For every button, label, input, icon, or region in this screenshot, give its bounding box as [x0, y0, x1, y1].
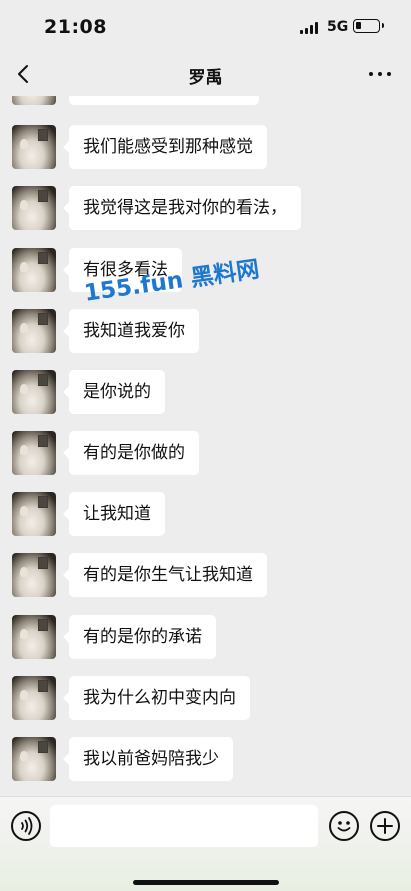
- avatar[interactable]: [12, 248, 56, 292]
- chat-area[interactable]: 我们能感受到那种感觉 我觉得这是我对你的看法， 有很多看法 我知道我爱你 是你说…: [0, 96, 411, 796]
- nav-bar: 罗禹: [0, 52, 411, 96]
- avatar[interactable]: [12, 737, 56, 781]
- message-row: 有的是你的承诺: [0, 614, 411, 662]
- message-bubble[interactable]: 我知道我爱你: [63, 309, 199, 353]
- plus-icon: [377, 818, 393, 834]
- message-bubble-partial[interactable]: [69, 96, 259, 105]
- message-bubble[interactable]: 有的是你生气让我知道: [63, 553, 267, 597]
- message-bubble[interactable]: 我为什么初中变内向: [63, 676, 250, 720]
- voice-icon: [21, 817, 33, 835]
- avatar[interactable]: [12, 125, 56, 169]
- battery-level: [356, 22, 361, 29]
- message-bubble[interactable]: 有的是你做的: [63, 431, 199, 475]
- avatar[interactable]: [12, 676, 56, 720]
- message-bubble[interactable]: 我们能感受到那种感觉: [63, 125, 267, 169]
- avatar[interactable]: [12, 615, 56, 659]
- network-type: 5G: [327, 19, 349, 35]
- message-row: 我以前爸妈陪我少: [0, 736, 411, 784]
- more-button[interactable]: [369, 64, 393, 84]
- message-row: 我们能感受到那种感觉: [0, 124, 411, 172]
- battery-icon: [353, 19, 384, 33]
- signal-icon: [300, 22, 320, 34]
- avatar[interactable]: [12, 186, 56, 230]
- emoji-icon: [337, 821, 351, 832]
- message-bubble[interactable]: 是你说的: [63, 370, 165, 414]
- message-bubble[interactable]: 让我知道: [63, 492, 165, 536]
- message-row: 是你说的: [0, 369, 411, 417]
- plus-button[interactable]: [370, 811, 400, 841]
- chat-title: 罗禹: [188, 68, 223, 88]
- emoji-button[interactable]: [329, 811, 359, 841]
- message-row: 我为什么初中变内向: [0, 675, 411, 723]
- voice-button[interactable]: [11, 811, 41, 841]
- message-row: 让我知道: [0, 491, 411, 539]
- avatar[interactable]: [12, 431, 56, 475]
- status-bar: 21:08 5G: [0, 0, 411, 52]
- avatar[interactable]: [12, 492, 56, 536]
- avatar[interactable]: [12, 309, 56, 353]
- home-indicator: [133, 880, 279, 885]
- message-row: [0, 96, 411, 108]
- message-row: 有的是你生气让我知道: [0, 552, 411, 600]
- input-bar: [0, 796, 411, 891]
- message-row: 我觉得这是我对你的看法，: [0, 185, 411, 233]
- avatar[interactable]: [12, 553, 56, 597]
- message-bubble[interactable]: 我觉得这是我对你的看法，: [63, 186, 301, 230]
- status-time: 21:08: [44, 16, 107, 38]
- message-bubble[interactable]: 我以前爸妈陪我少: [63, 737, 233, 781]
- message-bubble[interactable]: 有的是你的承诺: [63, 615, 216, 659]
- message-row: 有的是你做的: [0, 430, 411, 478]
- message-row: 我知道我爱你: [0, 308, 411, 356]
- avatar[interactable]: [12, 96, 56, 105]
- message-input[interactable]: [50, 805, 318, 847]
- avatar[interactable]: [12, 370, 56, 414]
